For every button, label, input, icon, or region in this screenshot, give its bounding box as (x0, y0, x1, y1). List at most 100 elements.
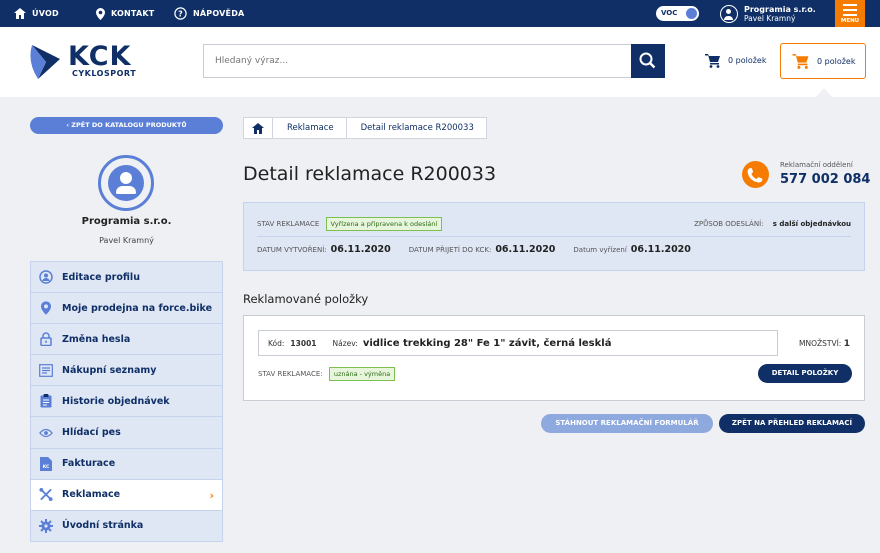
list-icon (39, 363, 53, 377)
contact-link[interactable]: KONTAKT (96, 0, 154, 27)
created-value: 06.11.2020 (330, 244, 391, 255)
claimed-item-row: Kód: 13001 Název: vidlice trekking 28" F… (258, 330, 778, 356)
search-button[interactable] (631, 44, 665, 78)
cart-button[interactable]: 0 položek (780, 43, 866, 79)
cart-icon (705, 54, 720, 68)
profile-company: Programia s.r.o. (81, 216, 172, 227)
invoice-icon: KC (39, 456, 53, 471)
item-detail-button[interactable]: DETAIL POLOŽKY (758, 364, 852, 383)
claims-department-label: Reklamační oddělení (780, 161, 853, 169)
sidebar-item-claims[interactable]: Reklamace › (31, 479, 222, 511)
logo-text: KCK (68, 41, 132, 72)
phone-number[interactable]: 577 002 084 (780, 172, 870, 187)
cart-icon (792, 54, 809, 69)
chevron-right-icon: › (209, 488, 214, 502)
kck-logo[interactable]: KCK CYKLOSPORT (30, 41, 155, 83)
user-name: Pavel Kramný (744, 13, 796, 23)
sidebar-item-shopping-lists[interactable]: Nákupní seznamy (31, 355, 222, 387)
back-to-claims-button[interactable]: ZPĚT NA PŘEHLED REKLAMACÍ (719, 414, 865, 433)
cart1-label: 0 položek (728, 56, 767, 65)
svg-text:KC: KC (43, 464, 50, 470)
home-link-label: ÚVOD (32, 9, 59, 18)
toggle-knob (686, 8, 697, 19)
menu-button[interactable]: MENU (835, 0, 865, 27)
item-code-label: Kód: (268, 338, 285, 348)
sidebar-item-profile[interactable]: Editace profilu (31, 262, 222, 294)
lock-icon (39, 332, 53, 347)
search-input[interactable] (203, 44, 631, 78)
sidebar-item-label: Moje prodejna na force.bike (62, 302, 213, 314)
claimed-items-panel: Kód: 13001 Název: vidlice trekking 28" F… (243, 315, 865, 401)
sidebar-item-invoicing[interactable]: KC Fakturace (31, 448, 222, 480)
account-sidebar: Editace profilu Moje prodejna na force.b… (30, 261, 223, 542)
voc-label: VOC (661, 9, 678, 17)
claimed-items-title: Reklamované položky (243, 292, 369, 306)
quantity-value: 1 (843, 339, 850, 349)
home-link[interactable]: ÚVOD (14, 0, 59, 27)
sidebar-item-label: Reklamace (62, 489, 121, 501)
item-quantity: MNOŽSTVÍ: 1 (799, 339, 850, 349)
shipping-info: ZPŮSOB ODESLÁNÍ: s další objednávkou (694, 220, 851, 228)
sidebar-item-label: Fakturace (62, 458, 116, 470)
breadcrumb-label: Reklamace (287, 123, 334, 133)
status-badge: Vyřízena a připravena k odeslání (325, 217, 443, 231)
shipping-label: ZPŮSOB ODESLÁNÍ: (694, 220, 764, 228)
resolved-value: 06.11.2020 (630, 244, 691, 255)
home-icon (252, 122, 264, 134)
sidebar-item-order-history[interactable]: Historie objednávek (31, 386, 222, 418)
tools-icon (39, 488, 53, 502)
back-to-catalog-label: ZPĚT DO KATALOGU PRODUKTŮ (71, 121, 187, 129)
received-value: 06.11.2020 (495, 244, 556, 255)
menu-label: MENU (840, 18, 860, 24)
breadcrumb-claims[interactable]: Reklamace (272, 117, 347, 139)
svg-text:?: ? (178, 10, 183, 19)
user-avatar-icon (108, 165, 144, 201)
user-icon (720, 4, 738, 23)
sidebar-item-label: Hlídací pes (62, 427, 121, 439)
breadcrumb-home[interactable] (243, 117, 273, 139)
search-icon (639, 52, 656, 69)
cart-pointer (816, 88, 832, 97)
logo-subtext: CYKLOSPORT (72, 69, 137, 78)
sidebar-item-password[interactable]: Změna hesla (31, 324, 222, 356)
shipping-value: s další objednávkou (772, 220, 851, 228)
claim-info-panel: STAV REKLAMACE Vyřízena a připravena k o… (243, 202, 865, 271)
page-title: Detail reklamace R200033 (243, 163, 497, 185)
clipboard-icon (39, 394, 53, 408)
eye-icon (39, 426, 53, 440)
sidebar-item-label: Úvodní stránka (62, 520, 144, 532)
item-name: vidlice trekking 28" Fe 1" závit, černá … (362, 337, 612, 349)
top-bar: ÚVOD KONTAKT ? NÁPOVĚDA VOC Programia s.… (0, 0, 880, 27)
help-icon: ? (174, 7, 187, 20)
item-status: STAV REKLAMACE: uznána - výměna (258, 367, 396, 381)
sidebar-item-label: Historie objednávek (62, 395, 170, 407)
sidebar-item-store[interactable]: Moje prodejna na force.bike (31, 293, 222, 325)
avatar (98, 155, 154, 211)
claim-info-row: STAV REKLAMACE Vyřízena a připravena k o… (257, 217, 851, 237)
claim-dates-row: DATUM VYTVOŘENÍ: 06.11.2020 DATUM PŘIJET… (257, 244, 691, 255)
item-status-badge: uznána - výměna (328, 367, 396, 381)
item-name-label: Název: (332, 338, 358, 348)
breadcrumb: Reklamace Detail reklamace R200033 (243, 117, 487, 139)
breadcrumb-label: Detail reklamace R200033 (360, 123, 474, 133)
user-account[interactable]: Programia s.r.o. Pavel Kramný (720, 2, 816, 25)
download-claim-form-button[interactable]: STÁHNOUT REKLAMAČNÍ FORMULÁŘ (541, 414, 713, 433)
item-code: 13001 (290, 338, 317, 348)
sidebar-item-label: Nákupní seznamy (62, 364, 157, 376)
help-link-label: NÁPOVĚDA (193, 9, 245, 18)
profile-person: Pavel Kramný (99, 236, 154, 245)
cart-summary-link[interactable]: 0 položek (705, 53, 766, 68)
created-label: DATUM VYTVOŘENÍ: (257, 246, 327, 254)
back-to-catalog-button[interactable]: ‹ ZPĚT DO KATALOGU PRODUKTŮ (30, 117, 223, 134)
cart2-label: 0 položek (817, 56, 856, 66)
map-pin-icon (39, 301, 53, 315)
sidebar-item-home-page[interactable]: Úvodní stránka (31, 510, 222, 542)
sidebar-item-watchdog[interactable]: Hlídací pes (31, 417, 222, 449)
help-link[interactable]: ? NÁPOVĚDA (174, 0, 244, 27)
voc-toggle[interactable]: VOC (656, 6, 699, 21)
chevron-left-icon: ‹ (66, 121, 70, 129)
sidebar-item-label: Editace profilu (62, 271, 140, 283)
status-label: STAV REKLAMACE (257, 220, 320, 228)
site-header: KCK CYKLOSPORT 0 položek 0 položek (0, 27, 880, 97)
sidebar-item-label: Změna hesla (62, 333, 131, 345)
